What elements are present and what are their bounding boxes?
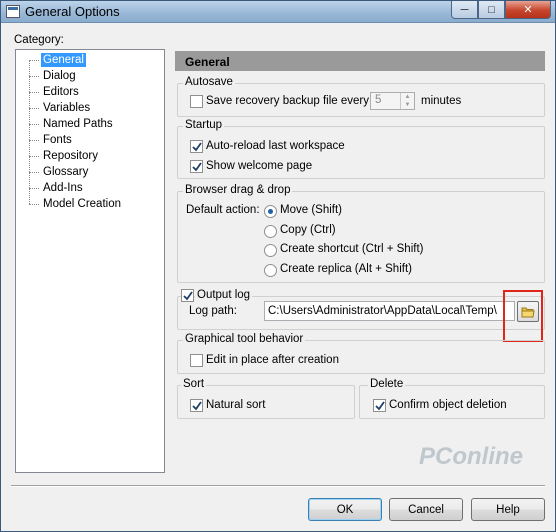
autosave-units: minutes: [421, 95, 462, 107]
help-button[interactable]: Help: [471, 498, 545, 521]
autosave-label: Save recovery backup file every: [206, 95, 369, 107]
check-icon: [191, 141, 202, 151]
edit-in-place-label: Edit in place after creation: [206, 354, 339, 366]
close-icon: ✕: [523, 4, 533, 16]
maximize-button[interactable]: □: [478, 1, 505, 19]
spinner-buttons[interactable]: ▲ ▼: [400, 93, 414, 109]
maximize-icon: □: [488, 3, 495, 16]
button-separator: [11, 485, 545, 487]
radio-move-label: Move (Shift): [280, 204, 342, 216]
output-log-checkbox[interactable]: [181, 289, 194, 302]
annotation-highlight-box: [503, 290, 543, 342]
edit-in-place-checkbox[interactable]: [190, 354, 203, 367]
natural-sort-checkbox[interactable]: [190, 399, 203, 412]
natural-sort-label: Natural sort: [206, 399, 266, 411]
default-action-label: Default action:: [186, 204, 260, 216]
autosave-title: Autosave: [183, 76, 235, 88]
close-button[interactable]: ✕: [505, 1, 551, 19]
startup-title: Startup: [183, 119, 225, 131]
panel-title: General: [175, 51, 545, 71]
confirm-deletion-checkbox[interactable]: [373, 399, 386, 412]
check-icon: [374, 400, 385, 410]
tree-guide-line: [29, 60, 30, 204]
log-path-label: Log path:: [189, 305, 237, 317]
radio-create-shortcut-label: Create shortcut (Ctrl + Shift): [280, 243, 424, 255]
log-path-input[interactable]: C:\Users\Administrator\AppData\Local\Tem…: [264, 301, 515, 321]
ok-button[interactable]: OK: [308, 498, 382, 521]
spin-down-icon[interactable]: ▼: [401, 101, 414, 109]
minimize-icon: ─: [460, 3, 469, 16]
title-bar[interactable]: General Options ─ □ ✕: [1, 1, 555, 23]
autosave-interval-value: 5: [375, 94, 382, 106]
confirm-deletion-label: Confirm object deletion: [389, 399, 507, 411]
radio-move[interactable]: [264, 205, 277, 218]
delete-title: Delete: [368, 378, 406, 390]
radio-create-replica[interactable]: [264, 264, 277, 277]
window-icon: [6, 5, 20, 18]
check-icon: [191, 161, 202, 171]
category-label: Category:: [14, 34, 64, 46]
cancel-button[interactable]: Cancel: [389, 498, 463, 521]
radio-copy-label: Copy (Ctrl): [280, 224, 336, 236]
welcome-page-checkbox[interactable]: [190, 160, 203, 173]
auto-reload-checkbox[interactable]: [190, 140, 203, 153]
welcome-page-label: Show welcome page: [206, 160, 313, 172]
autosave-checkbox[interactable]: [190, 95, 203, 108]
sort-title: Sort: [181, 378, 207, 390]
window-title: General Options: [25, 4, 120, 19]
spin-up-icon[interactable]: ▲: [401, 93, 414, 101]
sort-group: [177, 385, 355, 419]
check-icon: [191, 400, 202, 410]
graphical-title: Graphical tool behavior: [183, 333, 306, 345]
drag-drop-title: Browser drag & drop: [183, 184, 293, 196]
check-icon: [182, 290, 193, 300]
category-tree[interactable]: General Dialog Editors Variables Named P…: [15, 49, 165, 473]
caption-buttons: ─ □ ✕: [451, 1, 551, 19]
general-options-dialog: General Options ─ □ ✕ Category: General …: [0, 0, 556, 532]
radio-create-replica-label: Create replica (Alt + Shift): [280, 263, 412, 275]
autosave-interval-spinner[interactable]: 5 ▲ ▼: [370, 92, 415, 110]
radio-create-shortcut[interactable]: [264, 244, 277, 257]
radio-copy[interactable]: [264, 225, 277, 238]
minimize-button[interactable]: ─: [451, 1, 478, 19]
output-log-title: Output log: [195, 289, 253, 301]
auto-reload-label: Auto-reload last workspace: [206, 140, 345, 152]
